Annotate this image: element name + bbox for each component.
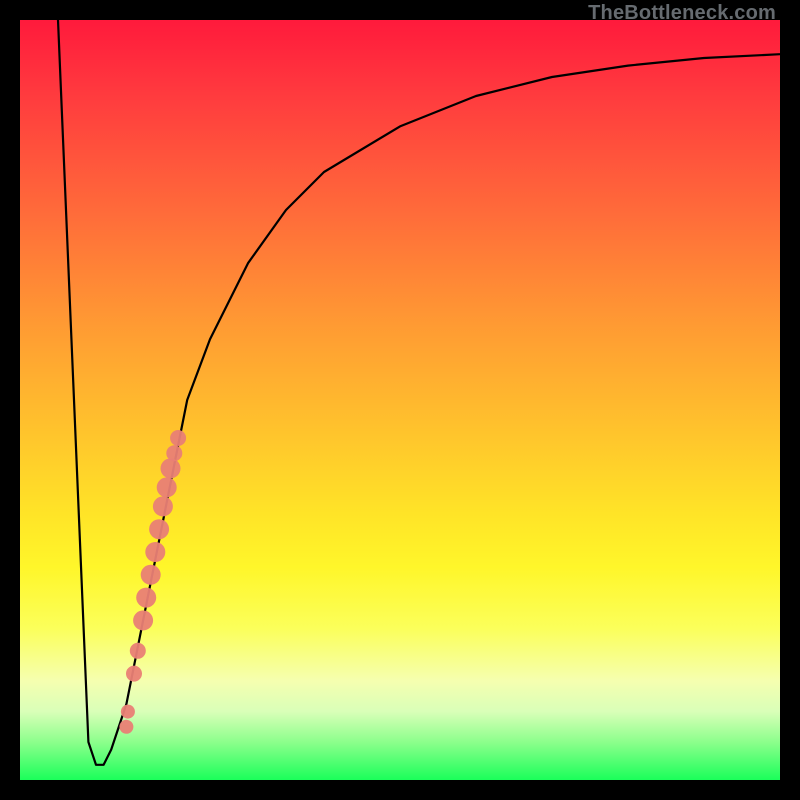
marker-dot (141, 565, 161, 585)
marker-dot (170, 430, 186, 446)
marker-dot (161, 458, 181, 478)
chart-frame: TheBottleneck.com (0, 0, 800, 800)
marker-dot (166, 445, 182, 461)
bottleneck-curve (20, 20, 780, 780)
marker-dot (145, 542, 165, 562)
marker-dot (136, 588, 156, 608)
marker-dot (126, 666, 142, 682)
marker-dot (133, 610, 153, 630)
marker-dot (149, 519, 169, 539)
marker-dot (130, 643, 146, 659)
marker-dot (119, 720, 133, 734)
marker-dot (157, 477, 177, 497)
credit-watermark: TheBottleneck.com (588, 2, 776, 25)
plot-area (20, 20, 780, 780)
marker-dot (121, 705, 135, 719)
marker-dot (153, 496, 173, 516)
curve-path (58, 20, 780, 765)
